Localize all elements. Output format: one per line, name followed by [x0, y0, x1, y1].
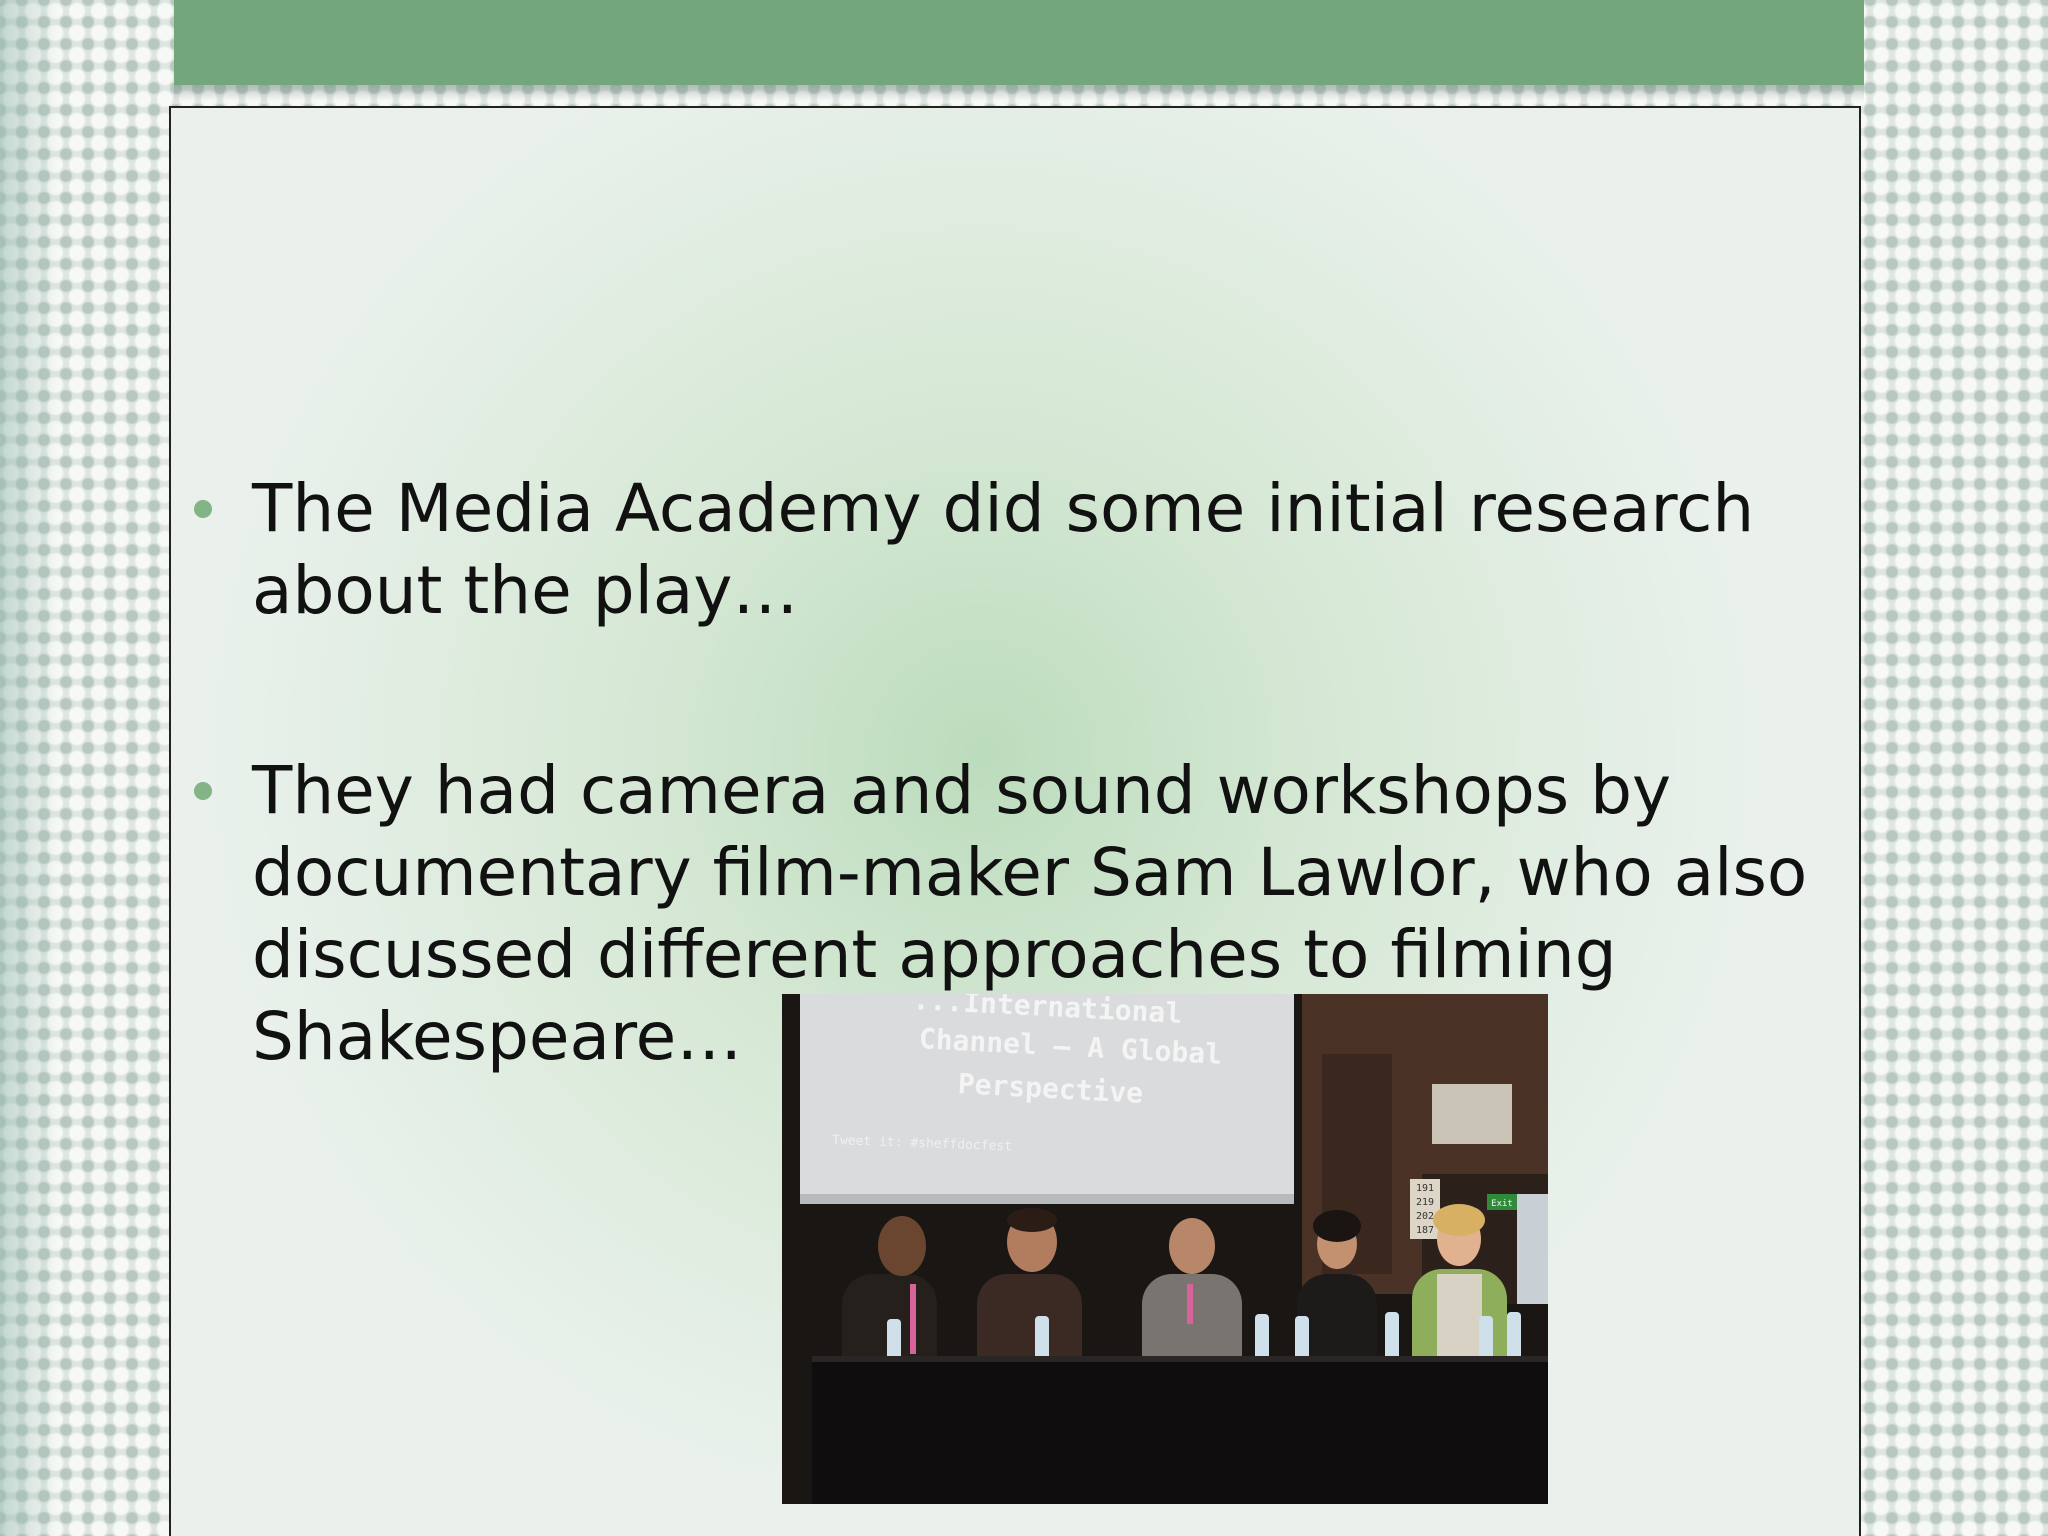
background-haze [0, 0, 60, 1536]
bullet-list: The Media Academy did some initial resea… [190, 468, 1850, 1078]
bullet-dot-icon [194, 782, 212, 800]
panel-discussion-photo: Exit 191 219 202 187 ...International Ch… [782, 994, 1548, 1504]
seat-number: 202 [1416, 1211, 1434, 1222]
seat-number: 219 [1416, 1197, 1434, 1208]
exit-sign: Exit [1491, 1199, 1513, 1209]
slide: The Media Academy did some initial resea… [0, 0, 2048, 1536]
bullet-dot-icon [194, 500, 212, 518]
bullet-item: The Media Academy did some initial resea… [190, 468, 1850, 632]
header-shadow [174, 85, 1864, 101]
seat-number: 191 [1416, 1183, 1434, 1194]
bullet-text: The Media Academy did some initial resea… [252, 470, 1755, 629]
seat-number: 187 [1416, 1225, 1434, 1236]
header-bar [174, 0, 1864, 85]
